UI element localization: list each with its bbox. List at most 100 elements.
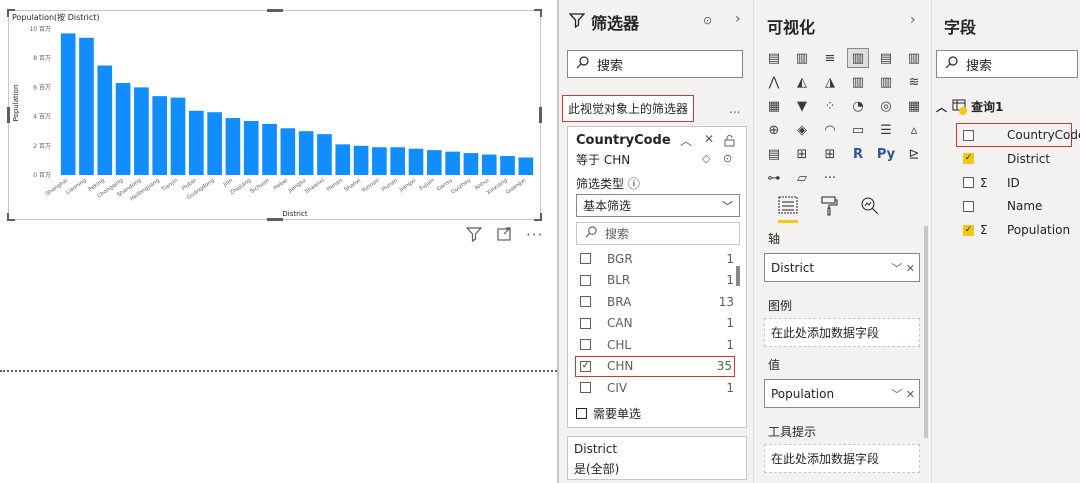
remove-field-icon[interactable]: ✕	[906, 262, 915, 275]
filled-map-icon[interactable]: ◈	[791, 120, 813, 140]
field-item[interactable]: Name	[963, 199, 1042, 213]
bar[interactable]	[390, 147, 406, 175]
chevron-up-icon[interactable]: ︿	[680, 132, 692, 149]
bar[interactable]	[481, 154, 497, 175]
filter-card-district[interactable]: District 是(全部)	[567, 436, 747, 480]
table-node[interactable]: ︿ 查询1	[936, 98, 1003, 115]
filter-value-checkbox[interactable]	[580, 382, 591, 393]
filter-value-row[interactable]: BLR 1	[576, 270, 736, 291]
bar-chart-visual[interactable]: Population(按 District) Population Distri…	[7, 9, 542, 221]
bar[interactable]	[134, 87, 149, 175]
eye-icon[interactable]: ⊙	[703, 14, 712, 27]
resize-handle-tl[interactable]	[7, 9, 9, 17]
bar[interactable]	[170, 97, 186, 175]
funnel-icon[interactable]: ▼	[791, 96, 813, 116]
key-influencers-icon[interactable]: ⊵	[903, 144, 925, 164]
collapse-chevron-icon[interactable]: ›	[910, 12, 916, 28]
filter-value-row[interactable]: CAN 1	[576, 313, 736, 334]
values-field-pill[interactable]: Population	[771, 387, 834, 401]
bar[interactable]	[115, 83, 131, 175]
bar[interactable]	[225, 118, 241, 175]
format-paint-roller-icon[interactable]	[820, 196, 838, 223]
bar[interactable]	[262, 123, 277, 175]
donut-chart-icon[interactable]: ◎	[875, 96, 897, 116]
resize-handle-right[interactable]	[539, 107, 542, 123]
resize-handle-br[interactable]	[540, 213, 542, 221]
more-visuals-icon[interactable]: ···	[819, 168, 841, 188]
kpi-icon[interactable]: ▵	[903, 120, 925, 140]
filter-type-select[interactable]: 基本筛选 ﹀	[576, 194, 740, 217]
python-visual-icon[interactable]: Py	[875, 144, 897, 164]
bar[interactable]	[298, 131, 314, 175]
collapse-chevron-icon[interactable]: ︿	[936, 99, 947, 115]
viz-scrollbar[interactable]	[924, 226, 928, 438]
bar[interactable]	[372, 147, 387, 175]
filter-value-checkbox[interactable]	[580, 339, 591, 350]
field-checkbox[interactable]	[963, 129, 974, 141]
single-select-toggle[interactable]: 需要单选	[576, 403, 641, 424]
analytics-magnifier-icon[interactable]	[860, 196, 880, 223]
ribbon-chart-icon[interactable]: ≋	[903, 72, 925, 92]
chevron-down-icon[interactable]: ﹀	[891, 262, 902, 275]
report-canvas[interactable]: Population(按 District) Population Distri…	[0, 0, 557, 483]
filter-value-row[interactable]: BGR 1	[576, 248, 736, 269]
waterfall-icon[interactable]: ▦	[763, 96, 785, 116]
tooltip-well[interactable]: 在此处添加数据字段	[764, 444, 920, 473]
bar[interactable]	[335, 144, 351, 175]
bar[interactable]	[60, 33, 76, 175]
fields-search-input[interactable]: 搜索	[936, 50, 1078, 78]
section-more-icon[interactable]: ...	[729, 102, 740, 116]
bar[interactable]	[79, 37, 94, 175]
focus-mode-icon[interactable]	[496, 226, 512, 246]
bar[interactable]	[152, 96, 168, 175]
bar[interactable]	[243, 120, 259, 175]
close-icon[interactable]: ✕	[704, 132, 714, 146]
filter-scrollbar[interactable]	[736, 266, 740, 286]
bar[interactable]	[317, 134, 332, 175]
field-checkbox[interactable]: ✓	[963, 224, 974, 236]
bar[interactable]	[207, 112, 222, 175]
eye-icon[interactable]: ⊙	[723, 152, 732, 165]
card-icon[interactable]: ▭	[847, 120, 869, 140]
filter-icon[interactable]	[465, 226, 483, 246]
clustered-bar-icon[interactable]: ≡	[819, 48, 841, 68]
filter-value-checkbox[interactable]	[580, 274, 591, 286]
matrix-icon[interactable]: ⊞	[819, 144, 841, 164]
resize-handle-bl[interactable]	[7, 213, 9, 221]
bar[interactable]	[280, 128, 296, 175]
filters-search-input[interactable]: 搜索	[567, 50, 743, 78]
bar[interactable]	[353, 145, 369, 175]
field-item[interactable]: Σ ID	[963, 176, 1020, 190]
legend-well[interactable]: 在此处添加数据字段	[764, 318, 920, 347]
values-well[interactable]: Population ﹀ ✕	[764, 379, 920, 408]
filter-value-row[interactable]: CIV 1	[576, 377, 736, 398]
filter-value-checkbox[interactable]: ✓	[580, 360, 591, 372]
remove-field-icon[interactable]: ✕	[906, 388, 915, 401]
filter-value-checkbox[interactable]	[580, 296, 591, 307]
single-select-checkbox[interactable]	[576, 408, 587, 419]
resize-handle-bottom[interactable]	[267, 218, 283, 221]
100-column-icon[interactable]: ▥	[903, 48, 925, 68]
bar[interactable]	[426, 150, 442, 175]
field-item[interactable]: CountryCode	[963, 128, 1080, 142]
bar[interactable]	[500, 156, 515, 175]
multi-row-card-icon[interactable]: ☰	[875, 120, 897, 140]
filter-card-field[interactable]: CountryCode	[576, 133, 671, 148]
stacked-column-icon[interactable]: ▥	[791, 48, 813, 68]
decomposition-tree-icon[interactable]: ⊶	[763, 168, 785, 188]
more-options-icon[interactable]: ···	[526, 226, 543, 246]
r-visual-icon[interactable]: R	[847, 144, 869, 164]
axis-well[interactable]: District ﹀ ✕	[764, 253, 920, 282]
gauge-icon[interactable]: ◠	[819, 120, 841, 140]
filter-values-search[interactable]: 搜索	[576, 222, 740, 245]
field-checkbox[interactable]: ✓	[963, 153, 974, 165]
fields-tab-icon[interactable]	[778, 196, 798, 223]
line-column-icon[interactable]: ▥	[847, 72, 869, 92]
bar[interactable]	[463, 153, 479, 175]
clustered-column-icon[interactable]: ▥	[847, 48, 869, 68]
field-item[interactable]: ✓ Σ Population	[963, 223, 1070, 237]
area-chart-icon[interactable]: ◭	[791, 72, 813, 92]
field-item[interactable]: ✓ District	[963, 152, 1050, 166]
field-checkbox[interactable]	[963, 177, 974, 189]
line-stacked-column-icon[interactable]: ▥	[875, 72, 897, 92]
